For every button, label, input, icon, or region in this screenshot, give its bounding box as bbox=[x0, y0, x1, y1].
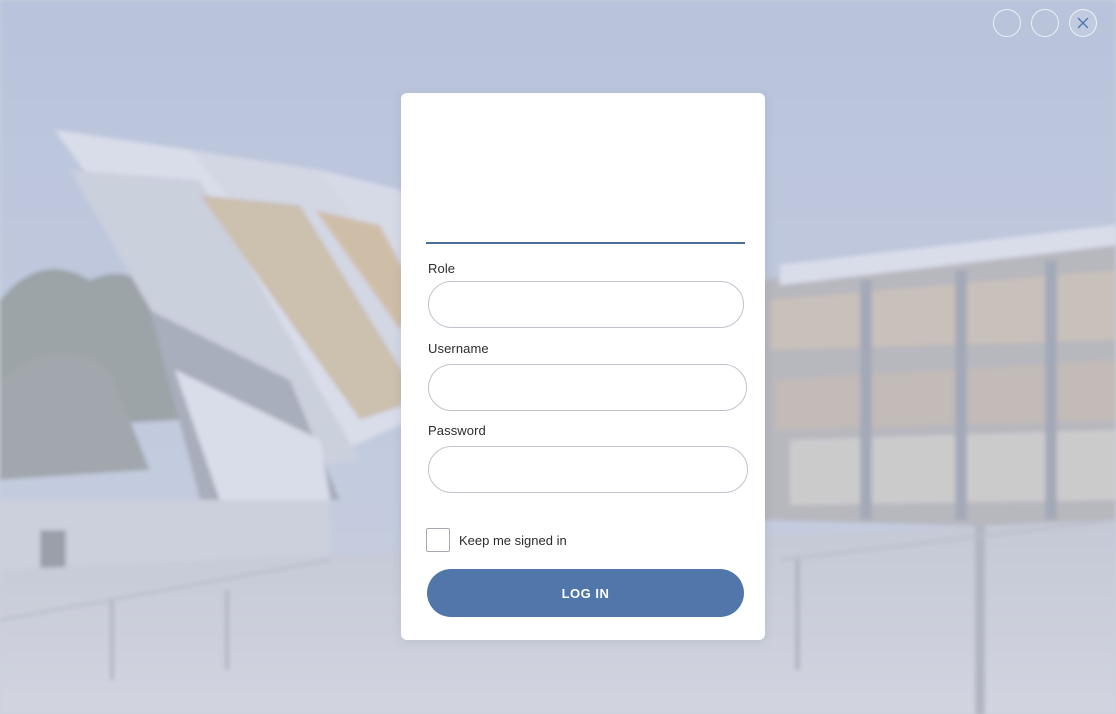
app-window: Role Username Password Keep me signed in… bbox=[0, 0, 1116, 714]
role-input[interactable] bbox=[428, 281, 744, 328]
username-label: Username bbox=[428, 341, 489, 356]
keep-signed-in-checkbox[interactable] bbox=[426, 528, 450, 552]
password-input[interactable] bbox=[428, 446, 748, 493]
minimize-button[interactable] bbox=[993, 9, 1021, 37]
close-icon bbox=[1077, 17, 1089, 29]
role-label: Role bbox=[428, 261, 456, 276]
logo-area bbox=[426, 93, 745, 243]
keep-signed-in-row[interactable]: Keep me signed in bbox=[426, 528, 567, 552]
close-button[interactable] bbox=[1069, 9, 1097, 37]
password-label: Password bbox=[428, 423, 486, 438]
logo-divider bbox=[426, 242, 745, 244]
login-card: Role Username Password Keep me signed in… bbox=[401, 93, 765, 640]
keep-signed-in-label: Keep me signed in bbox=[459, 532, 567, 548]
login-button[interactable]: LOG IN bbox=[427, 569, 744, 617]
username-input[interactable] bbox=[428, 364, 747, 411]
maximize-button[interactable] bbox=[1031, 9, 1059, 37]
